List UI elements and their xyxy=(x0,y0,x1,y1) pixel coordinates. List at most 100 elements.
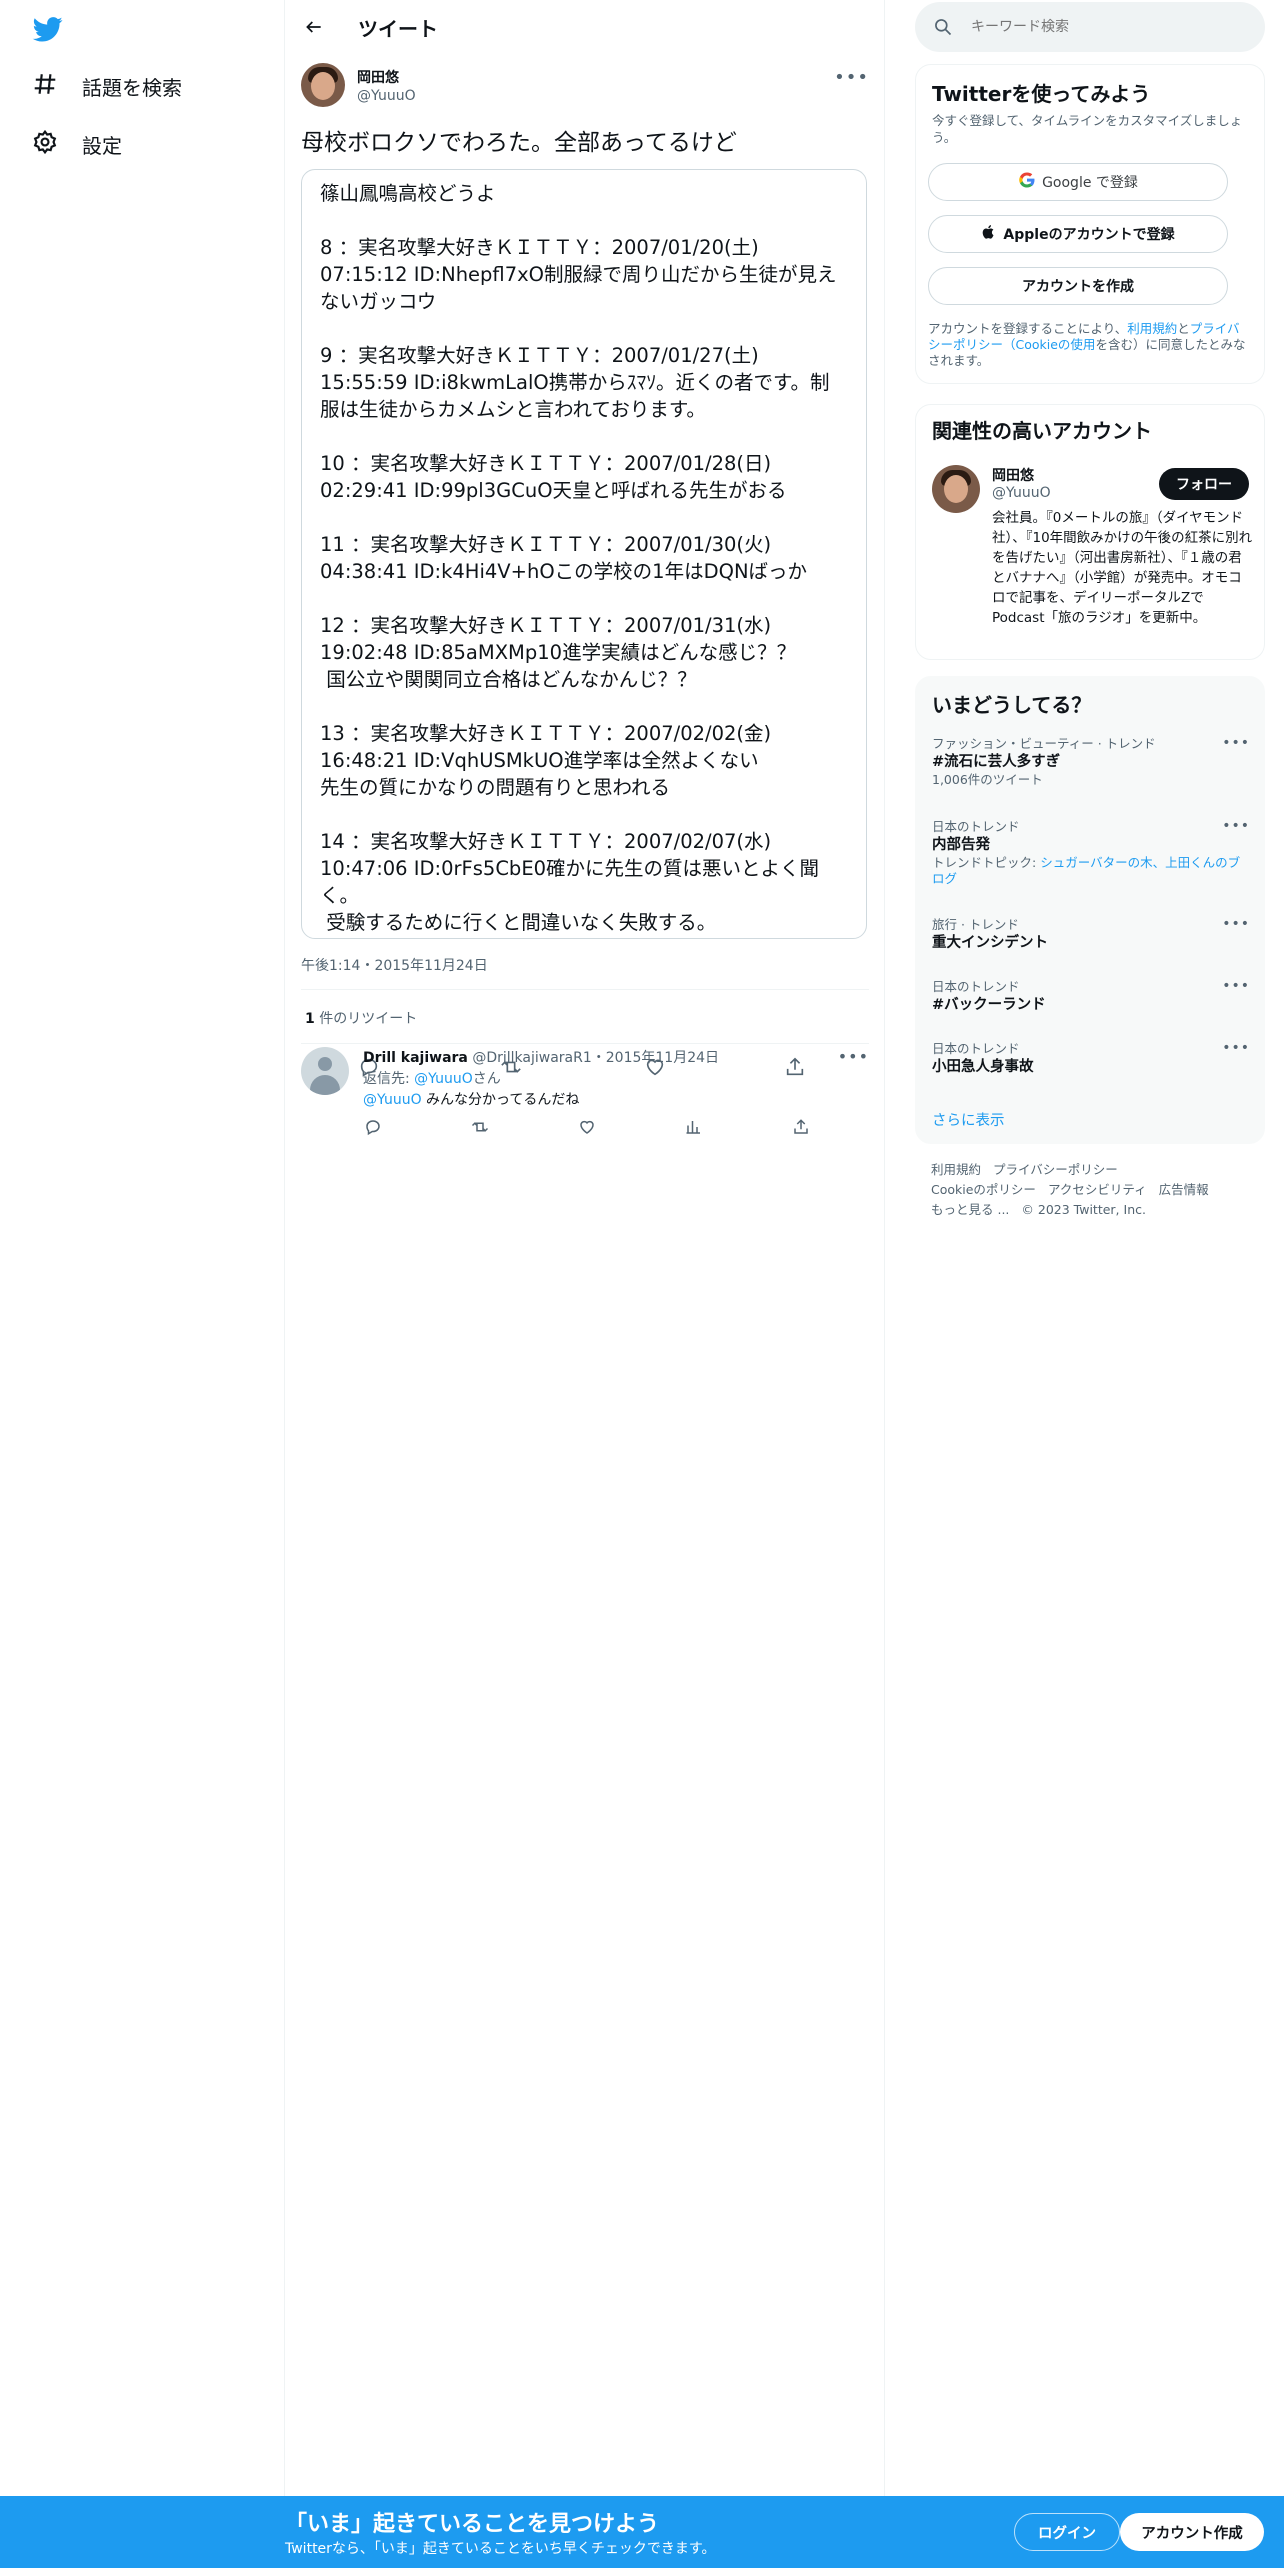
reply-mention[interactable]: @YuuuO xyxy=(363,1092,422,1108)
quote-line: 02:29:41 ID:99pl3GCuO天皇と呼ばれる先生がおる xyxy=(320,479,787,502)
trend-meta: ファッション・ビューティー · トレンド xyxy=(932,736,1156,751)
trend-count: 1,006件のツイート xyxy=(932,772,1043,787)
trend-item[interactable]: 日本のトレンド 小田急人身事故 ••• xyxy=(932,1040,1250,1077)
reply-more-icon[interactable]: ••• xyxy=(838,1047,869,1066)
footer-link[interactable]: プライバシーポリシー xyxy=(993,1162,1118,1177)
trend-name: #流石に芸人多すぎ xyxy=(932,754,1061,770)
trends-show-more[interactable]: さらに表示 xyxy=(932,1109,1005,1130)
terms-link[interactable]: 利用規約 xyxy=(1127,321,1177,336)
twitter-logo-icon[interactable] xyxy=(32,14,64,44)
terms-and: と xyxy=(1177,321,1190,336)
search-icon xyxy=(933,17,953,37)
tweet-text: 母校ボロクソでわろた。全部あってるけど xyxy=(301,130,737,156)
footer-link[interactable]: アクセシビリティ xyxy=(1048,1182,1147,1197)
hashtag-icon xyxy=(32,71,58,102)
quote-line: く。 xyxy=(320,884,360,907)
create-account-button[interactable]: アカウントを作成 xyxy=(928,267,1228,305)
nav-settings[interactable]: 設定 xyxy=(32,124,122,164)
author-handle[interactable]: @YuuuO xyxy=(357,88,416,104)
quote-line xyxy=(320,315,848,342)
back-arrow-icon[interactable] xyxy=(301,14,327,40)
more-options-icon[interactable]: ••• xyxy=(834,67,869,88)
trend-more-icon[interactable]: ••• xyxy=(1222,818,1250,834)
footer-link[interactable]: もっと見る ... xyxy=(931,1202,1009,1217)
trend-more-icon[interactable]: ••• xyxy=(1222,735,1250,751)
page-header: ツイート xyxy=(285,0,885,53)
footer-link[interactable]: 広告情報 xyxy=(1159,1182,1209,1197)
reply-text: @YuuuO みんな分かってるんだね xyxy=(363,1089,579,1109)
nav-settings-label: 設定 xyxy=(82,133,122,158)
trend-topic-prefix: トレンドトピック: xyxy=(932,855,1041,870)
related-card-title: 関連性の高いアカウント xyxy=(932,419,1152,443)
tweet-timestamp[interactable]: 午後1:14・2015年11月24日 xyxy=(301,955,488,975)
related-handle[interactable]: @YuuuO xyxy=(992,485,1051,501)
share-icon[interactable] xyxy=(791,1117,811,1137)
views-icon[interactable] xyxy=(684,1117,704,1137)
copyright: © 2023 Twitter, Inc. xyxy=(1021,1202,1146,1217)
apple-icon xyxy=(981,224,997,244)
footer-link[interactable]: 利用規約 xyxy=(931,1162,981,1177)
replying-to: 返信先: @YuuuOさん xyxy=(363,1068,501,1088)
reply-author-name[interactable]: Drill kajiwara xyxy=(363,1050,468,1066)
trend-item[interactable]: 日本のトレンド 内部告発 トレンドトピック: シュガーバターの木、上田くんのブロ… xyxy=(932,818,1250,887)
quote-line: 11 ：実名攻撃大好きＫＩＴＴＹ：2007/01/30(火) xyxy=(320,533,772,556)
quote-line xyxy=(320,423,848,450)
retweet-icon[interactable] xyxy=(470,1117,490,1137)
left-sidebar: 話題を検索 設定 xyxy=(0,0,285,2568)
related-name[interactable]: 岡田悠 xyxy=(992,465,1034,485)
author-name[interactable]: 岡田悠 xyxy=(357,67,399,87)
quote-lines: 篠山鳳鳴高校どうよ 8 ：実名攻撃大好きＫＩＴＴＹ：2007/01/20(土) 0… xyxy=(320,180,848,936)
replying-to-handle[interactable]: @YuuuO xyxy=(414,1071,473,1087)
quote-line xyxy=(320,504,848,531)
trend-more-icon[interactable]: ••• xyxy=(1222,978,1250,994)
related-bio: 会社員。『0メートルの旅』（ダイヤモンド社）、『10年間飲みかけの午後の紅茶に別… xyxy=(992,510,1253,626)
quote-line: 篠山鳳鳴高校どうよ xyxy=(320,182,496,205)
trend-item[interactable]: 旅行 · トレンド 重大インシデント ••• xyxy=(932,916,1250,953)
trend-item[interactable]: ファッション・ビューティー · トレンド #流石に芸人多すぎ 1,006件のツイ… xyxy=(932,735,1250,788)
signup-card-subtitle: 今すぐ登録して、タイムラインをカスタマイズしましょう。 xyxy=(932,113,1243,145)
quote-line xyxy=(320,693,848,720)
nav-explore[interactable]: 話題を検索 xyxy=(32,66,182,106)
trend-item[interactable]: 日本のトレンド #バックーランド ••• xyxy=(932,978,1250,1015)
follow-button[interactable]: フォロー xyxy=(1159,468,1249,500)
trends-card: いまどうしてる？ ファッション・ビューティー · トレンド #流石に芸人多すぎ … xyxy=(915,676,1265,1144)
trend-meta: 日本のトレンド xyxy=(932,819,1020,834)
retweet-count[interactable]: 1 件のリツイート xyxy=(305,1008,417,1028)
divider xyxy=(301,989,869,990)
quote-line: 12 ：実名攻撃大好きＫＩＴＴＹ：2007/01/31(水) xyxy=(320,614,772,637)
related-avatar[interactable] xyxy=(932,465,980,513)
signup-button[interactable]: アカウント作成 xyxy=(1120,2513,1264,2551)
search-input[interactable] xyxy=(971,14,1241,40)
quote-line: 10:47:06 ID:0rFs5CbE0確かに先生の質は悪いとよく聞 xyxy=(320,857,820,880)
apple-signup-label: Appleのアカウントで登録 xyxy=(1003,227,1175,243)
signup-banner: 「いま」起きていることを見つけよう Twitterなら、「いま」起きていることを… xyxy=(0,2496,1284,2568)
tweet-image-text[interactable]: 篠山鳳鳴高校どうよ 8 ：実名攻撃大好きＫＩＴＴＹ：2007/01/20(土) 0… xyxy=(301,169,867,939)
nav-explore-label: 話題を検索 xyxy=(82,75,182,100)
replying-to-label: 返信先: xyxy=(363,1071,415,1087)
reply-actions xyxy=(363,1117,823,1141)
login-button[interactable]: ログイン xyxy=(1014,2513,1120,2551)
quote-line: 07:15:12 ID:Nhepfl7xO制服緑で周り山だから生徒が見え xyxy=(320,263,837,286)
quote-line: 10 ：実名攻撃大好きＫＩＴＴＹ：2007/01/28(日) xyxy=(320,452,772,475)
reply-text-body: みんな分かってるんだね xyxy=(421,1092,580,1108)
like-icon[interactable] xyxy=(577,1117,597,1137)
google-signup-button[interactable]: Google で登録 xyxy=(928,163,1228,201)
reply-avatar[interactable] xyxy=(301,1047,349,1095)
trend-meta: 旅行 · トレンド xyxy=(932,917,1019,932)
reply-tweet[interactable]: Drill kajiwara @DrillkajiwaraR1・2015年11月… xyxy=(301,1045,869,1155)
trends-card-title: いまどうしてる？ xyxy=(932,693,1092,717)
quote-line: 8 ：実名攻撃大好きＫＩＴＴＹ：2007/01/20(土) xyxy=(320,236,759,259)
banner-title: 「いま」起きていることを見つけよう xyxy=(285,2512,660,2537)
trend-meta: 日本のトレンド xyxy=(932,1041,1020,1056)
gear-icon xyxy=(32,129,58,160)
footer-link[interactable]: Cookieのポリシー xyxy=(931,1182,1036,1197)
retweet-count-value: 1 xyxy=(305,1011,315,1027)
reply-icon[interactable] xyxy=(363,1117,383,1137)
trend-meta: 日本のトレンド xyxy=(932,979,1020,994)
trend-more-icon[interactable]: ••• xyxy=(1222,916,1250,932)
avatar[interactable] xyxy=(301,63,345,107)
trend-more-icon[interactable]: ••• xyxy=(1222,1040,1250,1056)
apple-signup-button[interactable]: Appleのアカウントで登録 xyxy=(928,215,1228,253)
search-bar[interactable] xyxy=(915,2,1265,52)
quote-line: ないガッコウ xyxy=(320,290,437,313)
